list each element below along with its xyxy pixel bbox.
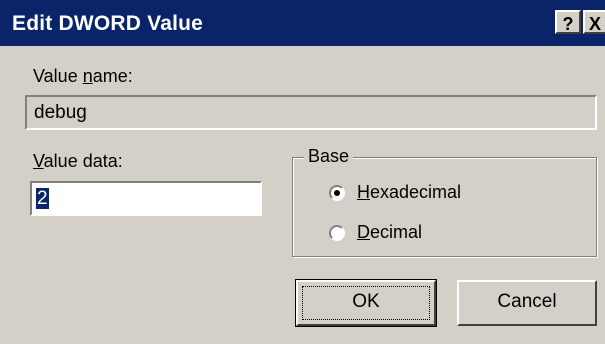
decimal-label[interactable]: Decimal	[357, 222, 422, 243]
window-title: Edit DWORD Value	[12, 12, 204, 35]
help-icon[interactable]: ?	[555, 10, 581, 34]
cancel-button[interactable]: Cancel	[457, 280, 597, 326]
base-groupbox	[292, 157, 597, 257]
focus-rectangle	[302, 286, 430, 320]
edit-dword-dialog: Edit DWORD Value ? X Value name: debug V…	[0, 0, 605, 344]
title-bar[interactable]: Edit DWORD Value ? X	[0, 0, 605, 46]
value-name-field[interactable]: debug	[25, 95, 597, 130]
cancel-button-label: Cancel	[497, 291, 557, 312]
hexadecimal-label[interactable]: Hexadecimal	[357, 182, 461, 203]
value-name-label: Value name:	[33, 66, 133, 86]
value-data-label: Value data:	[33, 151, 123, 171]
radio-hexadecimal[interactable]	[329, 185, 345, 201]
value-data-input[interactable]: 2	[30, 181, 262, 216]
radio-selected-dot	[334, 190, 340, 196]
close-icon[interactable]: X	[583, 10, 605, 34]
base-legend: Base	[304, 146, 354, 167]
value-data-selected-text: 2	[36, 188, 49, 209]
ok-button[interactable]: OK	[296, 280, 436, 326]
radio-decimal[interactable]	[329, 225, 345, 241]
